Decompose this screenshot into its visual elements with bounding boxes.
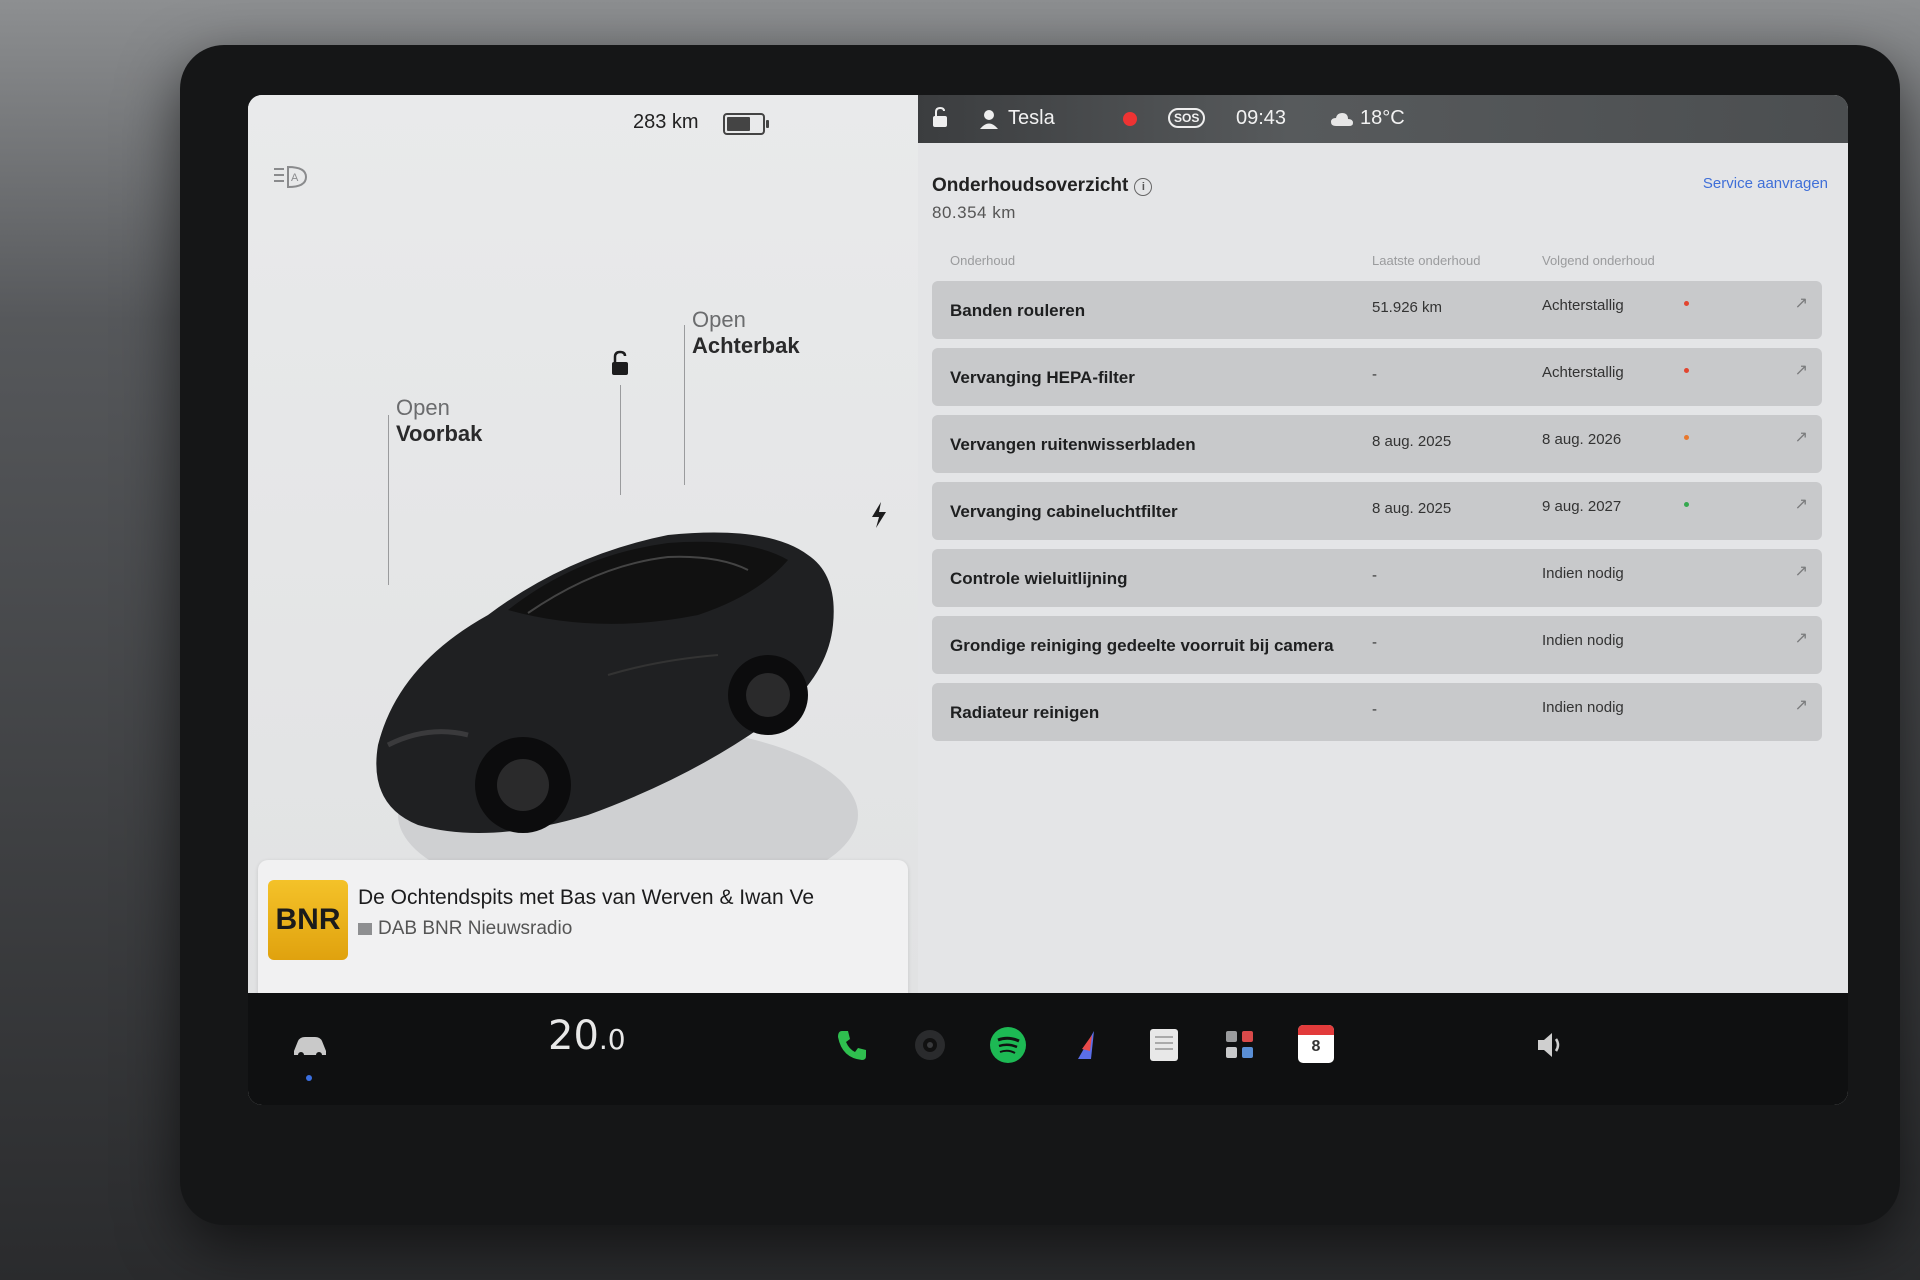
column-header-next: Volgend onderhoud <box>1542 253 1655 268</box>
next-service: Indien nodig <box>1542 565 1624 582</box>
driver-profile[interactable]: Tesla <box>978 107 1055 130</box>
navigation-icon[interactable] <box>1066 1025 1106 1065</box>
info-icon[interactable]: i <box>1134 178 1153 196</box>
last-service: - <box>1372 366 1377 383</box>
range-readout: 283 km <box>633 111 699 133</box>
open-arrow-icon[interactable]: ↗ <box>1795 360 1808 380</box>
trunk-action-label: Open <box>692 307 746 332</box>
maintenance-row[interactable]: Grondige reiniging gedeelte voorruit bij… <box>932 616 1822 674</box>
next-service: Achterstallig <box>1542 297 1624 314</box>
last-service: - <box>1372 701 1377 718</box>
notes-icon[interactable] <box>1144 1025 1184 1065</box>
open-arrow-icon[interactable]: ↗ <box>1795 628 1808 648</box>
volume-icon[interactable] <box>1530 1025 1570 1065</box>
unlocked-padlock-icon[interactable] <box>606 350 634 378</box>
maintenance-item-name: Vervangen ruitenwisserbladen <box>950 435 1196 454</box>
last-service: - <box>1372 634 1377 651</box>
active-indicator <box>306 1075 312 1081</box>
dab-icon <box>358 923 372 935</box>
media-title: De Ochtendspits met Bas van Werven & Iwa… <box>358 886 815 909</box>
maintenance-title: Onderhoudsoverzicht i <box>932 175 1153 197</box>
open-arrow-icon[interactable]: ↗ <box>1795 695 1808 715</box>
last-service: - <box>1372 567 1377 584</box>
maintenance-item-name: Controle wieluitlijning <box>950 569 1128 588</box>
phone-icon[interactable] <box>832 1025 872 1065</box>
cabin-temperature[interactable]: 20.0 <box>548 1013 626 1059</box>
battery-icon <box>723 113 769 135</box>
svg-text:A: A <box>291 172 299 184</box>
status-dot <box>1684 502 1689 507</box>
next-service: Indien nodig <box>1542 699 1624 716</box>
last-service: 8 aug. 2025 <box>1372 500 1452 517</box>
status-dot <box>1684 301 1689 306</box>
outside-temperature: 18°C <box>1360 107 1405 129</box>
maintenance-panel: Onderhoudsoverzicht i 80.354 km Service a… <box>918 143 1848 993</box>
media-source: DAB BNR Nieuwsradio <box>358 918 572 940</box>
calendar-icon[interactable]: 8 <box>1298 1025 1338 1065</box>
open-arrow-icon[interactable]: ↗ <box>1795 494 1808 514</box>
weather: 18°C <box>1330 107 1405 130</box>
next-service: Achterstallig <box>1542 364 1624 381</box>
frunk-action-label: Open <box>396 395 450 420</box>
lock-status-icon[interactable] <box>930 107 950 129</box>
spotify-icon[interactable] <box>988 1025 1028 1065</box>
open-arrow-icon[interactable]: ↗ <box>1795 427 1808 447</box>
profile-name: Tesla <box>1008 107 1055 129</box>
camera-icon[interactable] <box>910 1025 950 1065</box>
sos-button[interactable]: SOS <box>1168 108 1206 128</box>
bottom-dock: 20.0 8 <box>248 993 1848 1105</box>
vehicle-panel: 283 km A Open Voorbak Open Achterbak BNR… <box>248 95 918 1070</box>
maintenance-title-text: Onderhoudsoverzicht <box>932 175 1129 196</box>
open-frunk-button[interactable]: Open Voorbak <box>396 395 482 447</box>
maintenance-item-name: Banden rouleren <box>950 301 1086 320</box>
odometer: 80.354 km <box>932 203 1016 222</box>
maintenance-row[interactable]: Banden rouleren 51.926 km Achterstallig ↗ <box>932 281 1822 339</box>
maintenance-row[interactable]: Vervanging HEPA-filter - Achterstallig ↗ <box>932 348 1822 406</box>
maintenance-item-name: Vervanging HEPA-filter <box>950 368 1135 387</box>
vehicle-3d-image <box>376 532 858 905</box>
car-icon[interactable] <box>290 1025 330 1065</box>
column-header-last: Laatste onderhoud <box>1372 253 1481 268</box>
maintenance-row[interactable]: Vervangen ruitenwisserbladen 8 aug. 2025 8… <box>932 415 1822 473</box>
next-service: Indien nodig <box>1542 632 1624 649</box>
status-dot <box>1684 368 1689 373</box>
maintenance-list: Banden rouleren 51.926 km Achterstallig ↗ Ve… <box>932 281 1822 750</box>
sos-label: SOS <box>1168 108 1206 128</box>
open-arrow-icon[interactable]: ↗ <box>1795 293 1808 313</box>
maintenance-item-name: Vervanging cabineluchtfilter <box>950 502 1178 521</box>
person-icon <box>980 109 998 129</box>
last-service: 51.926 km <box>1372 299 1443 316</box>
frunk-label: Voorbak <box>396 421 483 446</box>
maintenance-row[interactable]: Radiateur reinigen - Indien nodig ↗ <box>932 683 1822 741</box>
cloud-icon <box>1331 112 1353 126</box>
maintenance-item-name: Grondige reiniging gedeelte voorruit bij… <box>950 636 1334 655</box>
next-service: 8 aug. 2026 <box>1542 431 1622 448</box>
auto-headlights-icon[interactable]: A <box>272 163 312 191</box>
last-service: 8 aug. 2025 <box>1372 433 1452 450</box>
media-source-label: DAB BNR Nieuwsradio <box>378 918 573 939</box>
trunk-label: Achterbak <box>692 333 800 358</box>
maintenance-row[interactable]: Vervanging cabineluchtfilter 8 aug. 2025 9… <box>932 482 1822 540</box>
cabin-temp-decimal: .0 <box>598 1023 626 1056</box>
open-trunk-button[interactable]: Open Achterbak <box>692 307 800 359</box>
touchscreen: 283 km A Open Voorbak Open Achterbak BNR… <box>248 95 1848 1105</box>
column-header-maintenance: Onderhoud <box>950 253 1016 268</box>
clock: 09:43 <box>1236 107 1287 129</box>
cabin-temp-value: 20 <box>548 1013 599 1059</box>
maintenance-item-name: Radiateur reinigen <box>950 703 1100 722</box>
app-launcher-icon[interactable] <box>1220 1025 1260 1065</box>
station-logo: BNR <box>268 880 348 960</box>
next-service: 9 aug. 2027 <box>1542 498 1622 515</box>
calendar-day: 8 <box>1311 1038 1321 1055</box>
status-dot <box>1684 435 1689 440</box>
dashcam-record-icon[interactable] <box>1123 112 1137 126</box>
maintenance-row[interactable]: Controle wieluitlijning - Indien nodig ↗ <box>932 549 1822 607</box>
open-arrow-icon[interactable]: ↗ <box>1795 561 1808 581</box>
status-bar: Tesla SOS 09:43 18°C <box>918 95 1848 143</box>
request-service-link[interactable]: Service aanvragen <box>1703 175 1828 192</box>
